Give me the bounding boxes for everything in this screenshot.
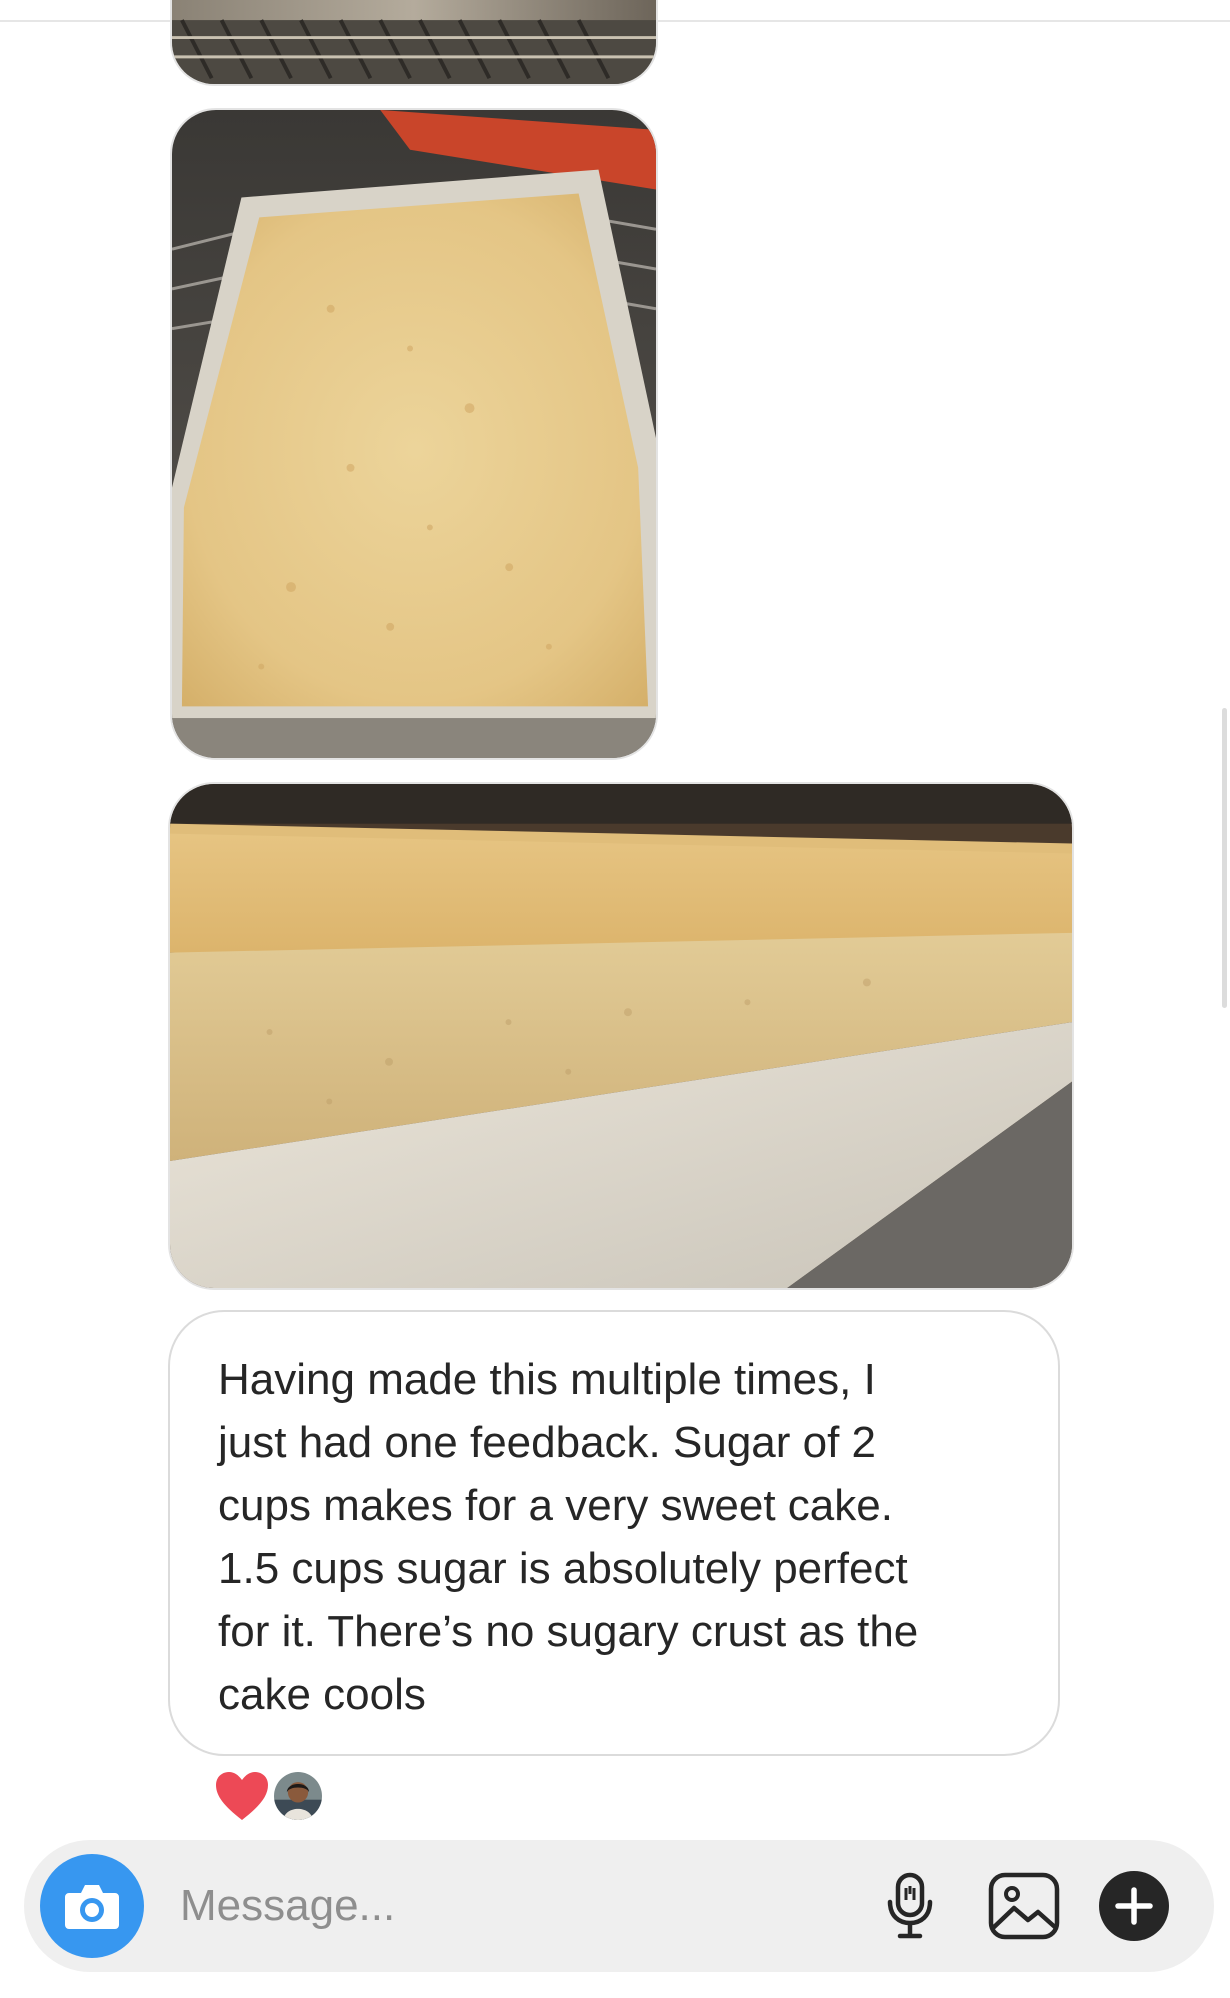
plus-icon (1099, 1871, 1169, 1941)
cake-tray-image (172, 110, 656, 758)
microphone-button[interactable] (870, 1866, 950, 1946)
photo-message-cooling-rack[interactable] (170, 0, 658, 86)
message-bubble[interactable]: Having made this multiple times, I just … (168, 1310, 1060, 1756)
message-composer (24, 1840, 1214, 1972)
plus-button[interactable] (1094, 1866, 1174, 1946)
camera-button[interactable] (40, 1854, 144, 1958)
scroll-indicator[interactable] (1222, 708, 1227, 1008)
image-gallery-icon (988, 1872, 1060, 1940)
gallery-button[interactable] (984, 1866, 1064, 1946)
cooling-rack-image (172, 0, 656, 84)
photo-message-cake-side[interactable] (168, 782, 1074, 1290)
heart-icon (216, 1772, 268, 1820)
cake-side-image (170, 784, 1072, 1288)
camera-icon (65, 1885, 119, 1929)
avatar-image (274, 1772, 322, 1820)
message-reactions[interactable] (214, 1768, 324, 1824)
message-text: Having made this multiple times, I just … (218, 1355, 919, 1719)
photo-message-cake-tray[interactable] (170, 108, 658, 760)
microphone-icon (887, 1872, 933, 1939)
avatar[interactable] (272, 1770, 324, 1822)
message-input[interactable] (180, 1874, 740, 1938)
